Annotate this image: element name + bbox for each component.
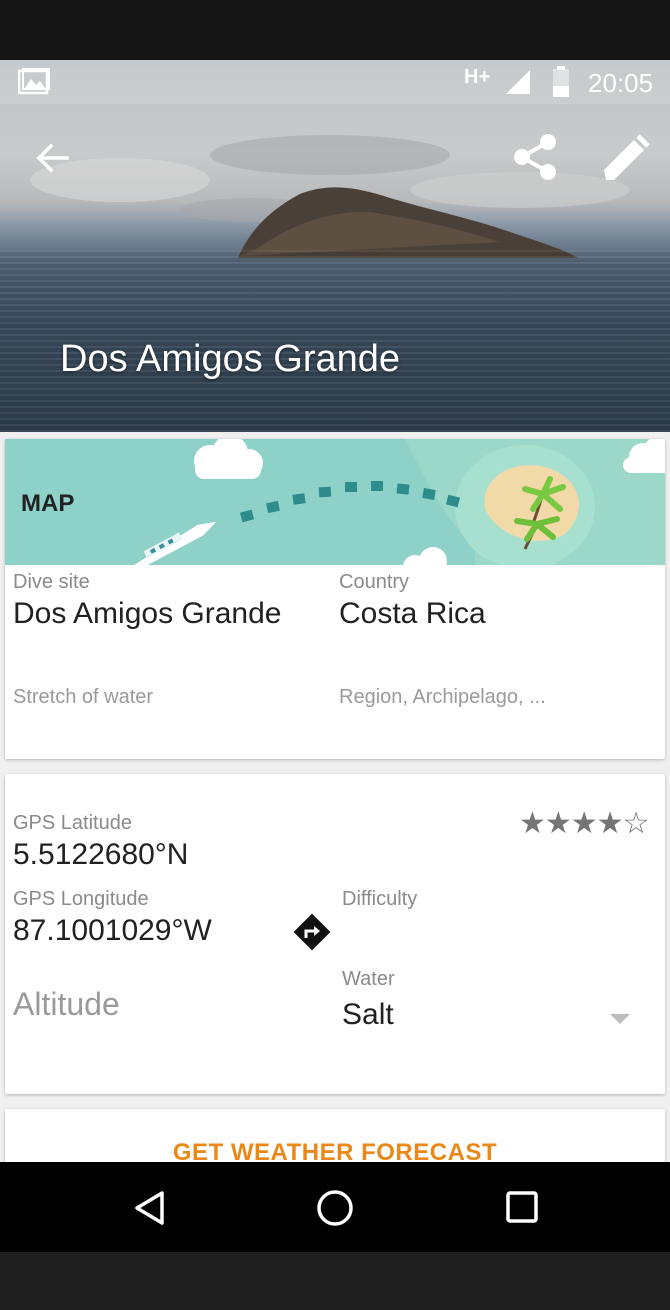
rating-stars[interactable]: ★★★★☆	[519, 806, 649, 841]
map-label: MAP	[21, 490, 75, 517]
android-navigation-bar	[0, 1162, 670, 1252]
gps-longitude-label: GPS Longitude	[13, 888, 149, 910]
site-card: MAP Dive site Dos Amigos Grande Country …	[5, 439, 665, 759]
get-weather-forecast-button[interactable]: GET WEATHER FORECAST	[5, 1139, 665, 1162]
status-bar: H+ 20:05	[0, 60, 670, 104]
gps-longitude-field[interactable]: 87.1001029°W	[13, 914, 212, 948]
page-title: Dos Amigos Grande	[60, 338, 401, 380]
bottom-bezel	[0, 1252, 670, 1310]
edit-pencil-icon[interactable]	[600, 134, 650, 182]
home-nav-icon[interactable]	[316, 1189, 354, 1227]
stretch-of-water-field[interactable]: Stretch of water	[13, 686, 153, 709]
map-banner[interactable]: MAP	[5, 439, 665, 565]
battery-icon	[553, 66, 569, 97]
back-arrow-icon[interactable]	[34, 142, 70, 174]
water-select[interactable]: Salt	[342, 998, 394, 1032]
dropdown-arrow-icon[interactable]	[610, 1014, 630, 1026]
map-illustration	[129, 439, 665, 565]
dive-site-label: Dive site	[13, 571, 90, 593]
country-label: Country	[339, 571, 410, 593]
gps-latitude-field[interactable]: 5.5122680°N	[13, 838, 188, 872]
gallery-notification-icon	[18, 68, 50, 95]
recents-nav-icon[interactable]	[505, 1190, 539, 1224]
share-icon[interactable]	[512, 132, 560, 182]
difficulty-label: Difficulty	[342, 888, 418, 910]
dive-site-field[interactable]: Dos Amigos Grande	[13, 597, 281, 631]
region-field[interactable]: Region, Archipelago, ...	[339, 686, 546, 709]
altitude-field[interactable]: Altitude	[13, 986, 120, 1023]
content-scroll-area[interactable]: MAP Dive site Dos Amigos Grande Country …	[0, 432, 670, 1162]
gps-card: GPS Latitude 5.5122680°N GPS Longitude 8…	[5, 774, 665, 1094]
gps-latitude-label: GPS Latitude	[13, 812, 132, 834]
back-nav-icon[interactable]	[132, 1190, 168, 1226]
signal-icon	[506, 70, 530, 94]
water-label: Water	[342, 968, 395, 990]
clock: 20:05	[588, 68, 654, 98]
directions-icon[interactable]	[292, 912, 332, 952]
hero-header: H+ 20:05 Dos Amigos Grande	[0, 60, 670, 432]
network-type: H+	[464, 66, 491, 88]
weather-card: GET WEATHER FORECAST	[5, 1109, 665, 1162]
top-black-bar	[0, 0, 670, 60]
country-field[interactable]: Costa Rica	[339, 597, 486, 631]
